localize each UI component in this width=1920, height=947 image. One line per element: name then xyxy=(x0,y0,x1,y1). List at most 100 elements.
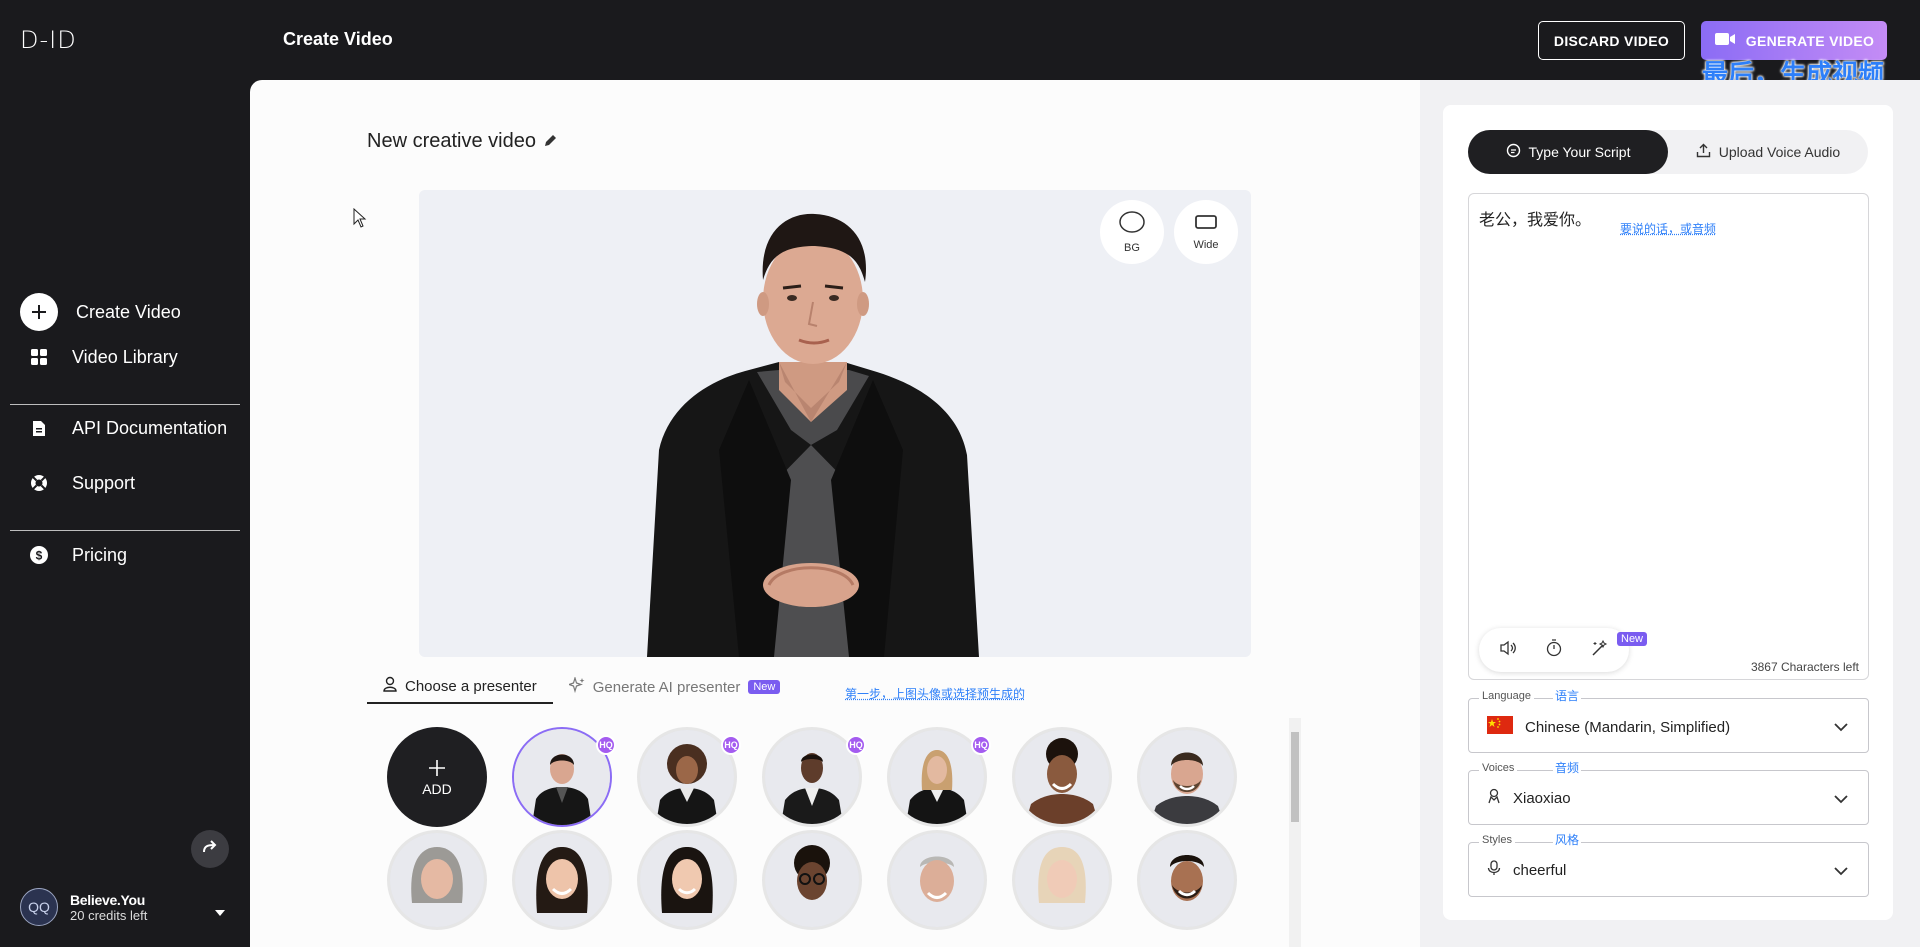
presenter-scrollbar[interactable] xyxy=(1289,718,1301,947)
voice-person-icon xyxy=(1487,788,1501,808)
sidebar-item-pricing[interactable]: $ Pricing xyxy=(24,540,127,570)
language-label: Language xyxy=(1479,690,1534,702)
hq-badge: HQ xyxy=(846,735,866,755)
top-bar: D-ID Create Video DISCARD VIDEO GENERATE… xyxy=(0,0,1920,90)
presenter-portrait xyxy=(765,833,859,927)
annotation-language: 语言 xyxy=(1553,687,1582,704)
user-account[interactable]: QQ Believe.You 20 credits left xyxy=(20,888,147,926)
generate-video-label: GENERATE VIDEO xyxy=(1745,32,1875,49)
chat-bubble-icon xyxy=(1506,143,1521,161)
script-panel: Type Your Script Upload Voice Audio 老公，我… xyxy=(1420,80,1920,947)
sidebar-item-api-documentation[interactable]: API Documentation xyxy=(24,413,227,443)
plus-icon xyxy=(427,758,447,781)
chevron-down-icon[interactable] xyxy=(215,903,225,921)
new-badge: New xyxy=(748,680,781,694)
presenter-portrait xyxy=(390,833,484,927)
script-card: Type Your Script Upload Voice Audio 老公，我… xyxy=(1443,105,1893,920)
annotation-script: 要说的话，或音频 xyxy=(1620,222,1717,236)
tab-choose-presenter[interactable]: Choose a presenter xyxy=(367,670,553,704)
discard-video-button[interactable]: DISCARD VIDEO xyxy=(1538,21,1685,60)
plus-circle-icon xyxy=(20,293,58,331)
add-presenter-button[interactable]: ADD xyxy=(387,727,487,827)
scrollbar-thumb[interactable] xyxy=(1291,732,1299,822)
presenter-portrait xyxy=(765,730,859,824)
presenter-avatar[interactable] xyxy=(887,830,987,930)
video-title-text: New creative video xyxy=(367,130,536,152)
wide-button[interactable]: Wide xyxy=(1174,200,1238,264)
tab-upload-voice-audio[interactable]: Upload Voice Audio xyxy=(1668,130,1868,174)
speaker-icon[interactable] xyxy=(1499,640,1517,661)
presenter-avatar[interactable] xyxy=(387,830,487,930)
presenter-avatar[interactable] xyxy=(637,830,737,930)
presenter-portrait xyxy=(640,833,734,927)
voices-value: Xiaoxiao xyxy=(1513,789,1571,807)
user-name: Believe.You xyxy=(70,891,146,908)
language-select[interactable]: Language 语言 Chinese (Mandarin, Simplifie… xyxy=(1468,687,1869,753)
sidebar-item-video-library[interactable]: Video Library xyxy=(24,342,178,372)
tab-label: Upload Voice Audio xyxy=(1718,144,1841,160)
annotation-step-one: 第一步，上图头像或选择预生成的 xyxy=(845,687,1026,701)
background-button[interactable]: BG xyxy=(1100,200,1164,264)
page-heading: Create Video xyxy=(283,29,393,49)
grid-icon xyxy=(24,342,54,372)
circle-icon xyxy=(1119,210,1145,236)
document-icon xyxy=(24,413,54,443)
presenter-portrait xyxy=(1140,730,1234,824)
presenter-avatar[interactable] xyxy=(1137,727,1237,827)
presenter-avatar[interactable] xyxy=(1012,830,1112,930)
video-camera-icon xyxy=(1714,31,1736,50)
tab-type-script[interactable]: Type Your Script xyxy=(1468,130,1668,174)
d-id-logo[interactable]: D-ID xyxy=(20,26,77,54)
hq-badge: HQ xyxy=(721,735,741,755)
sidebar-item-create-video[interactable]: Create Video xyxy=(20,293,181,331)
presenter-portrait xyxy=(1015,730,1109,824)
magic-wand-icon[interactable] xyxy=(1591,639,1609,662)
hq-badge: HQ xyxy=(596,735,616,755)
styles-select[interactable]: Styles 风格 cheerful xyxy=(1468,831,1869,897)
add-label: ADD xyxy=(422,780,452,797)
script-toolbar xyxy=(1479,628,1629,672)
presenter-avatar[interactable] xyxy=(1137,830,1237,930)
annotation-styles: 风格 xyxy=(1553,831,1582,848)
share-button[interactable] xyxy=(191,830,229,868)
voices-label: Voices xyxy=(1479,762,1518,774)
lifebuoy-icon xyxy=(24,468,54,498)
tab-label: Choose a presenter xyxy=(405,677,537,695)
presenter-portrait xyxy=(1015,833,1109,927)
share-arrow-icon xyxy=(202,839,218,859)
pencil-icon[interactable] xyxy=(544,130,557,153)
script-text[interactable]: 老公，我爱你。 xyxy=(1479,206,1591,230)
presenter-avatar[interactable] xyxy=(762,830,862,930)
presenter-avatar[interactable] xyxy=(512,830,612,930)
background-button-label: BG xyxy=(1124,241,1140,254)
avatar: QQ xyxy=(20,888,58,926)
sidebar-item-label: Pricing xyxy=(72,544,128,565)
video-title[interactable]: New creative video xyxy=(367,130,557,153)
voices-select[interactable]: Voices 音频 Xiaoxiao xyxy=(1468,759,1869,825)
sidebar-item-label: Create Video xyxy=(76,301,181,322)
presenter-avatar[interactable] xyxy=(1012,727,1112,827)
rectangle-icon xyxy=(1195,214,1217,233)
presenter-portrait xyxy=(1140,833,1234,927)
presenter-preview: BG Wide xyxy=(419,190,1251,657)
chevron-down-icon xyxy=(1834,863,1848,881)
tab-generate-ai-presenter[interactable]: Generate AI presenter New xyxy=(553,670,797,704)
styles-value: cheerful xyxy=(1513,861,1567,879)
presenter-portrait xyxy=(640,730,734,824)
sidebar-item-support[interactable]: Support xyxy=(24,468,135,498)
script-textarea[interactable]: 老公，我爱你。 要说的话，或音频 New 3867 Characters lef… xyxy=(1468,193,1869,680)
styles-label: Styles xyxy=(1479,834,1515,846)
svg-text:$: $ xyxy=(36,549,43,563)
mouse-cursor-icon xyxy=(353,207,367,233)
stopwatch-icon[interactable] xyxy=(1546,638,1562,662)
script-mode-tabs: Type Your Script Upload Voice Audio xyxy=(1468,130,1868,174)
tab-label: Generate AI presenter xyxy=(592,678,741,696)
china-flag-icon xyxy=(1487,716,1513,738)
annotation-voices: 音频 xyxy=(1553,759,1582,776)
characters-left: 3867 Characters left xyxy=(1750,660,1859,674)
presenter-portrait xyxy=(515,833,609,927)
presenter-tabs: Choose a presenter Generate AI presenter… xyxy=(367,670,796,704)
sidebar-item-label: Support xyxy=(72,472,136,493)
new-badge: New xyxy=(1617,632,1648,646)
presenter-portrait xyxy=(890,730,984,824)
